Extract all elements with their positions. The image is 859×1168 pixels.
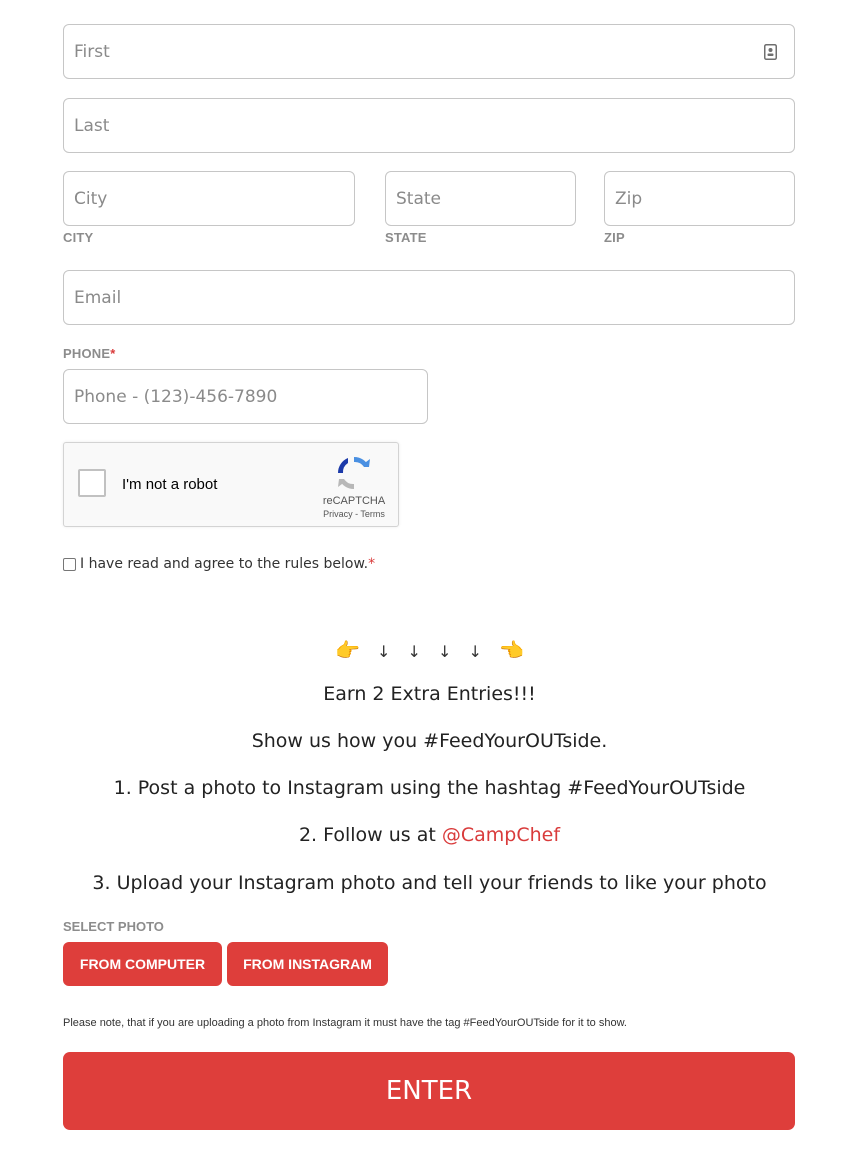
campchef-link[interactable]: @CampChef — [442, 824, 560, 846]
pointer-arrows-row: 👉 ↓ ↓ ↓ ↓ 👈 — [0, 638, 859, 662]
recaptcha-brand: reCAPTCHA — [322, 495, 386, 507]
from-computer-button[interactable]: FROM COMPUTER — [63, 942, 222, 986]
state-placeholder: State — [396, 188, 441, 209]
promo-step-2-text: 2. Follow us at — [298, 824, 442, 846]
down-arrow-icon: ↓ — [407, 642, 421, 661]
select-photo-label: SELECT PHOTO — [63, 919, 164, 934]
phone-placeholder: Phone - (123)-456-7890 — [74, 386, 278, 407]
phone-label-text: PHONE — [63, 346, 111, 361]
enter-button[interactable]: ENTER — [63, 1052, 795, 1130]
down-arrow-icon: ↓ — [438, 642, 452, 661]
zip-label: ZIP — [604, 230, 625, 245]
agree-required-mark: * — [368, 556, 376, 572]
from-instagram-button[interactable]: FROM INSTAGRAM — [227, 942, 388, 986]
state-label: STATE — [385, 230, 427, 245]
zip-placeholder: Zip — [615, 188, 643, 209]
promo-step-3: 3. Upload your Instagram photo and tell … — [92, 872, 767, 894]
down-arrow-icon: ↓ — [468, 642, 482, 661]
required-mark: * — [110, 346, 116, 361]
last-name-placeholder: Last — [74, 115, 110, 136]
last-name-field[interactable]: Last — [63, 98, 795, 153]
pointing-right-hand-icon: 👉 — [335, 638, 360, 662]
state-field[interactable]: State — [385, 171, 576, 226]
agree-rules-checkbox[interactable] — [63, 557, 76, 571]
email-placeholder: Email — [74, 287, 122, 308]
phone-label: PHONE* — [63, 346, 116, 361]
recaptcha-links[interactable]: Privacy - Terms — [316, 509, 392, 519]
phone-field[interactable]: Phone - (123)-456-7890 — [63, 369, 428, 424]
contact-card-icon[interactable] — [764, 43, 777, 60]
city-label: CITY — [63, 230, 94, 245]
agree-rules-row: I have read and agree to the rules below… — [63, 556, 375, 572]
agree-rules-text[interactable]: I have read and agree to the rules below… — [80, 556, 368, 572]
city-field[interactable]: City — [63, 171, 355, 226]
promo-step-2: 2. Follow us at @CampChef — [0, 824, 859, 846]
first-name-placeholder: First — [74, 41, 110, 62]
pointing-left-hand-icon: 👈 — [499, 638, 524, 662]
promo-headline: Earn 2 Extra Entries!!! — [323, 683, 536, 705]
recaptcha-label: I'm not a robot — [122, 476, 218, 493]
recaptcha-checkbox[interactable] — [78, 469, 106, 497]
zip-field[interactable]: Zip — [604, 171, 795, 226]
recaptcha-widget: I'm not a robot reCAPTCHA Privacy - Term… — [63, 442, 399, 527]
first-name-field[interactable]: First — [63, 24, 795, 79]
instagram-note: Please note, that if you are uploading a… — [63, 1017, 627, 1029]
down-arrow-icon: ↓ — [377, 642, 391, 661]
email-field[interactable]: Email — [63, 270, 795, 325]
promo-step-1: 1. Post a photo to Instagram using the h… — [113, 777, 746, 799]
recaptcha-logo-icon — [337, 456, 370, 490]
city-placeholder: City — [74, 188, 108, 209]
promo-subline: Show us how you #FeedYourOUTside. — [251, 730, 608, 752]
